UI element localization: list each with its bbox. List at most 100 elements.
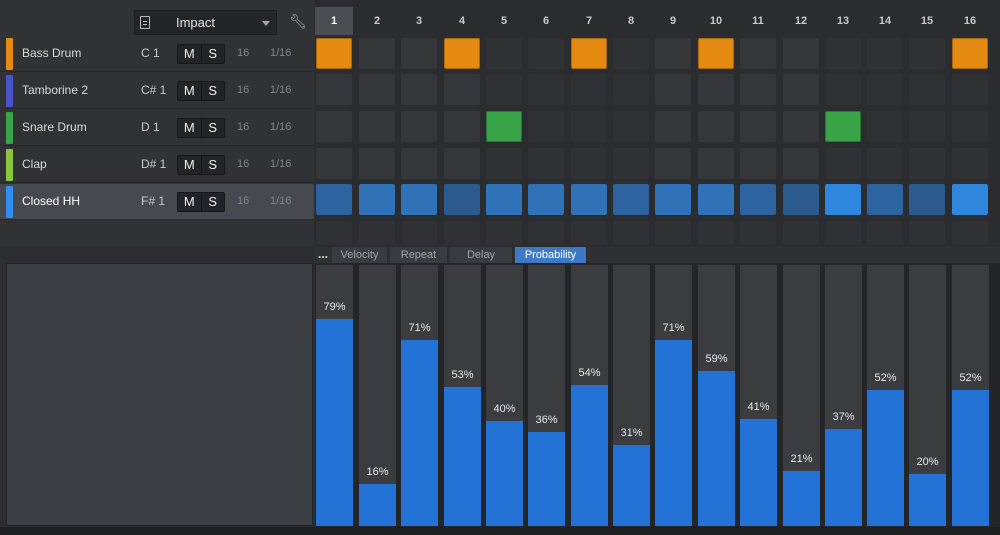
step-cell[interactable] <box>909 111 945 142</box>
step-cell[interactable] <box>867 111 903 142</box>
probability-bar[interactable] <box>401 340 438 526</box>
step-cell[interactable] <box>571 74 607 105</box>
step-cell[interactable] <box>401 148 437 179</box>
probability-column[interactable]: 54% <box>571 265 608 526</box>
step-cell-active[interactable] <box>571 184 607 215</box>
track-row[interactable]: Closed HH F# 1 M S 16 1/16 <box>0 184 314 220</box>
probability-column[interactable]: 71% <box>655 265 692 526</box>
probability-column[interactable]: 16% <box>359 265 396 526</box>
step-cell[interactable] <box>571 148 607 179</box>
track-step-rate[interactable]: 1/16 <box>270 84 291 96</box>
step-cell-active[interactable] <box>444 184 480 215</box>
probability-bar[interactable] <box>952 390 989 526</box>
step-cell[interactable] <box>909 74 945 105</box>
step-cell[interactable] <box>486 148 522 179</box>
step-number[interactable]: 8 <box>612 7 650 35</box>
probability-bar[interactable] <box>571 385 608 526</box>
step-number[interactable]: 11 <box>739 7 777 35</box>
probability-bar[interactable] <box>825 429 862 526</box>
step-cell[interactable] <box>783 38 819 69</box>
probability-column[interactable]: 52% <box>952 265 989 526</box>
step-cell[interactable] <box>444 111 480 142</box>
step-cell[interactable] <box>359 111 395 142</box>
solo-button[interactable]: S <box>200 119 225 137</box>
step-cell[interactable] <box>486 38 522 69</box>
probability-bar[interactable] <box>528 432 565 526</box>
step-cell[interactable] <box>825 74 861 105</box>
probability-column[interactable]: 37% <box>825 265 862 526</box>
step-cell[interactable] <box>401 111 437 142</box>
probability-bar[interactable] <box>698 371 735 526</box>
step-cell[interactable] <box>401 38 437 69</box>
step-cell[interactable] <box>909 148 945 179</box>
step-cell[interactable] <box>867 148 903 179</box>
probability-bar[interactable] <box>783 471 820 526</box>
probability-column[interactable]: 20% <box>909 265 946 526</box>
mute-button[interactable]: M <box>178 156 201 174</box>
probability-column[interactable]: 53% <box>444 265 481 526</box>
probability-bar[interactable] <box>867 390 904 526</box>
step-cell[interactable] <box>613 74 649 105</box>
tab-delay[interactable]: Delay <box>450 247 513 263</box>
step-cell-active[interactable] <box>698 184 734 215</box>
step-cell[interactable] <box>613 111 649 142</box>
step-number[interactable]: 12 <box>782 7 820 35</box>
step-cell[interactable] <box>825 148 861 179</box>
step-cell[interactable] <box>698 111 734 142</box>
solo-button[interactable]: S <box>200 156 225 174</box>
step-cell[interactable] <box>444 74 480 105</box>
step-cell[interactable] <box>740 111 776 142</box>
step-cell-active[interactable] <box>952 38 988 69</box>
mute-button[interactable]: M <box>178 45 201 63</box>
step-cell[interactable] <box>952 148 988 179</box>
step-number[interactable]: 3 <box>400 7 438 35</box>
more-options-button[interactable]: ... <box>318 247 328 261</box>
step-cell-active[interactable] <box>359 184 395 215</box>
step-cell[interactable] <box>528 148 564 179</box>
step-cell[interactable] <box>952 111 988 142</box>
step-number[interactable]: 13 <box>824 7 862 35</box>
tab-probability[interactable]: Probability <box>515 247 587 263</box>
tab-velocity[interactable]: Velocity <box>332 247 388 263</box>
step-cell-active[interactable] <box>952 184 988 215</box>
step-cell-active[interactable] <box>698 38 734 69</box>
step-cell[interactable] <box>698 74 734 105</box>
step-cell[interactable] <box>825 38 861 69</box>
step-cell[interactable] <box>613 38 649 69</box>
instrument-selector[interactable]: Impact <box>134 10 277 35</box>
step-cell[interactable] <box>740 74 776 105</box>
step-cell-active[interactable] <box>655 184 691 215</box>
probability-bar[interactable] <box>909 474 946 526</box>
step-cell-active[interactable] <box>867 184 903 215</box>
probability-bar[interactable] <box>740 419 777 526</box>
step-cell[interactable] <box>909 38 945 69</box>
probability-column[interactable]: 21% <box>783 265 820 526</box>
probability-bar[interactable] <box>444 387 481 526</box>
step-number[interactable]: 6 <box>527 7 565 35</box>
probability-bar[interactable] <box>316 319 353 526</box>
step-number[interactable]: 10 <box>697 7 735 35</box>
step-cell-active[interactable] <box>444 38 480 69</box>
solo-button[interactable]: S <box>200 82 225 100</box>
step-cell[interactable] <box>655 38 691 69</box>
solo-button[interactable]: S <box>200 45 225 63</box>
step-cell[interactable] <box>655 148 691 179</box>
probability-column[interactable]: 31% <box>613 265 650 526</box>
step-number[interactable]: 7 <box>570 7 608 35</box>
step-cell[interactable] <box>359 148 395 179</box>
step-cell[interactable] <box>444 148 480 179</box>
track-row[interactable]: Snare Drum D 1 M S 16 1/16 <box>0 110 314 146</box>
step-cell[interactable] <box>571 111 607 142</box>
step-cell-active[interactable] <box>316 38 352 69</box>
step-cell-active[interactable] <box>825 184 861 215</box>
track-row[interactable]: Tamborine 2 C# 1 M S 16 1/16 <box>0 73 314 109</box>
horizontal-scrollbar[interactable] <box>0 527 1000 535</box>
step-cell-active[interactable] <box>528 184 564 215</box>
track-step-rate[interactable]: 1/16 <box>270 121 291 133</box>
track-row[interactable]: Clap D# 1 M S 16 1/16 <box>0 147 314 183</box>
track-step-count[interactable]: 16 <box>237 158 249 170</box>
mute-button[interactable]: M <box>178 82 201 100</box>
step-cell[interactable] <box>316 111 352 142</box>
tab-repeat[interactable]: Repeat <box>390 247 448 263</box>
step-cell[interactable] <box>528 74 564 105</box>
